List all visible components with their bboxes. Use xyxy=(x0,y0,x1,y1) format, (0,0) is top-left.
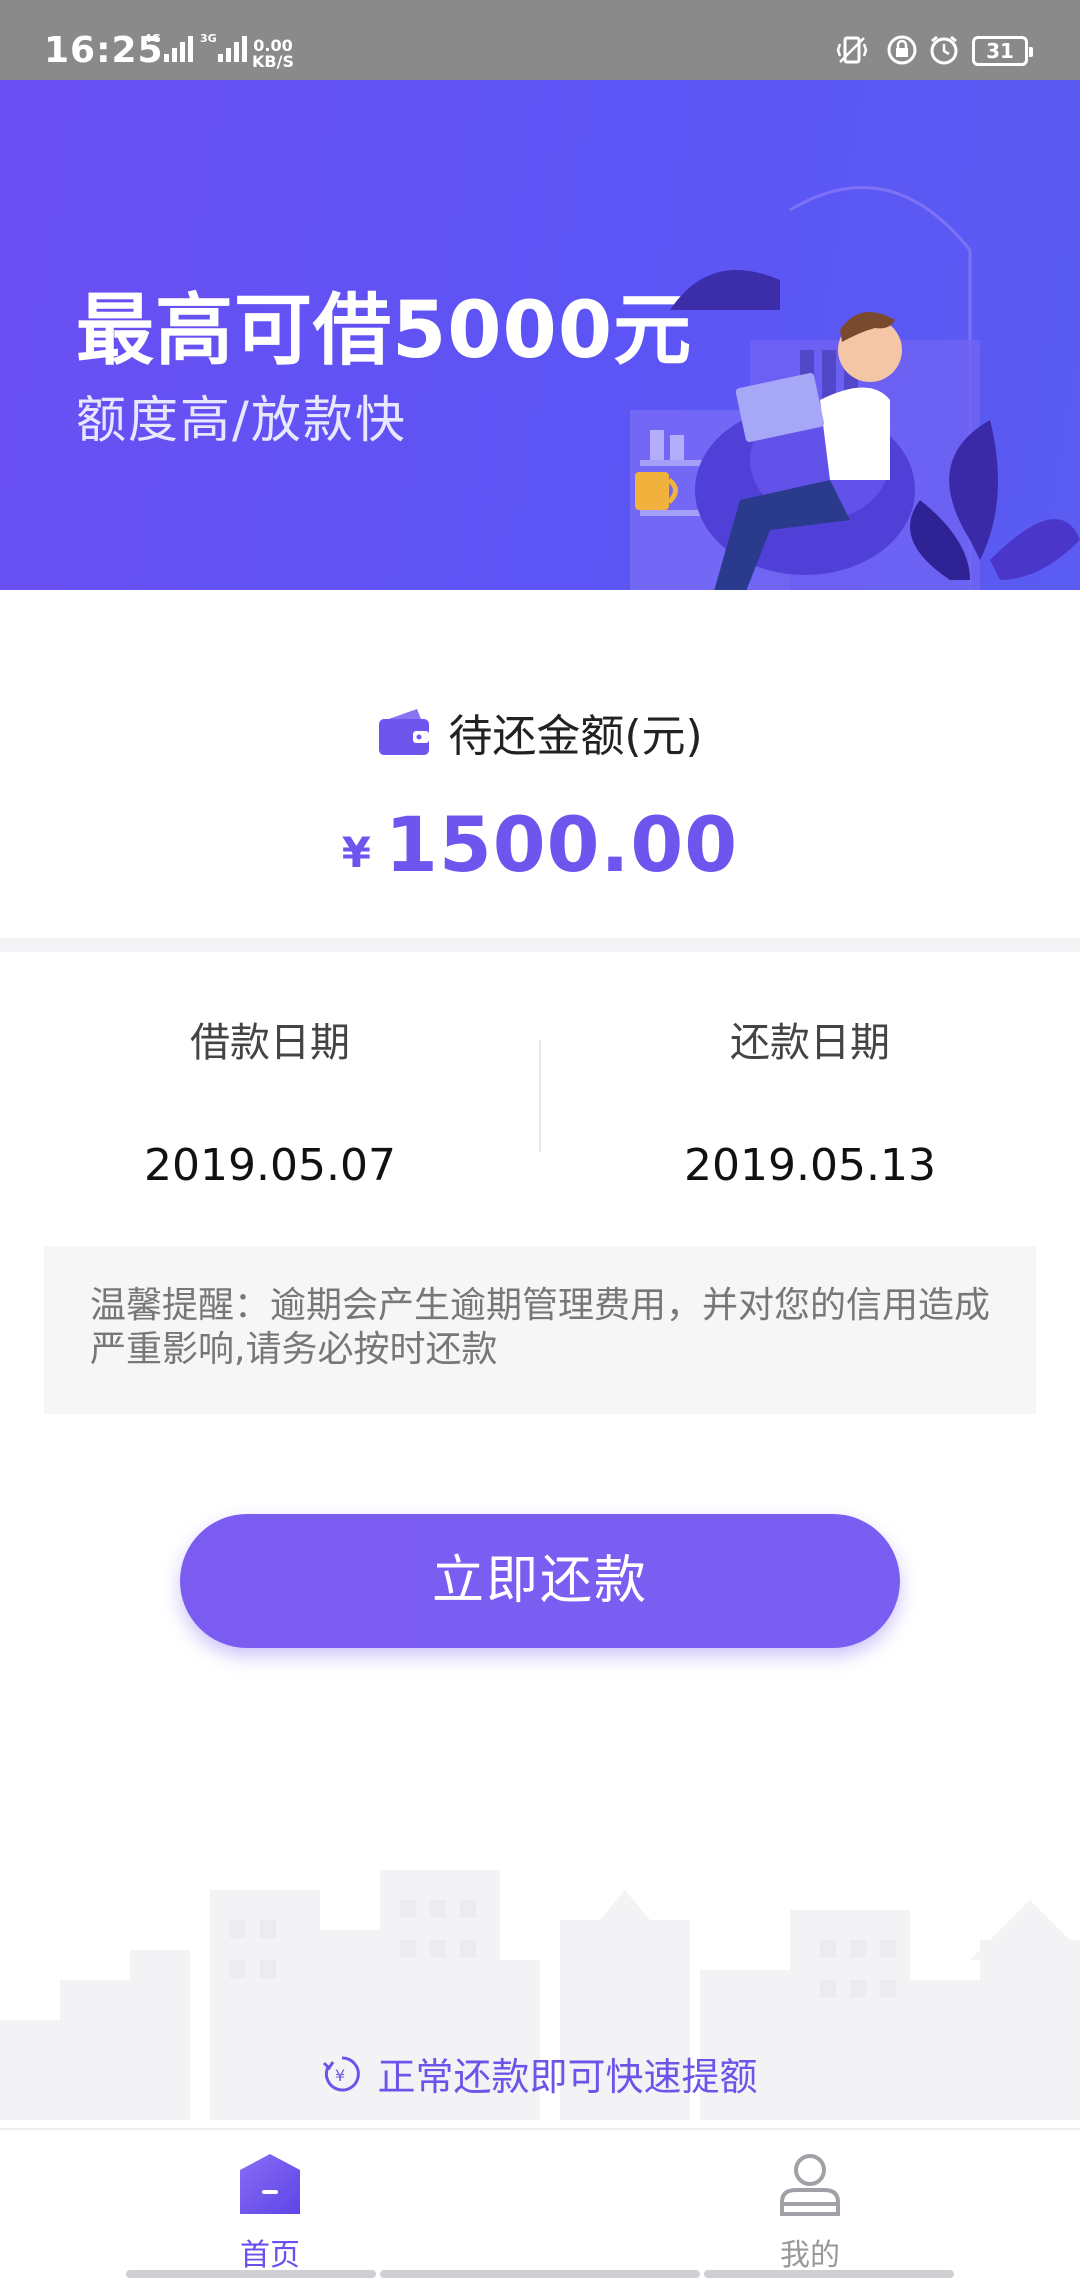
bottom-navigation: 首页 我的 xyxy=(0,2128,1080,2280)
battery-indicator: 31 xyxy=(972,36,1033,66)
repay-date-label: 还款日期 xyxy=(730,1020,890,1066)
alarm-icon xyxy=(930,35,958,65)
gesture-bar-center xyxy=(380,2270,700,2278)
reminder-text: 温馨提醒：逾期会产生逾期管理费用，并对您的信用造成严重影响,请务必按时还款 xyxy=(90,1285,991,1370)
app-screen: 16:25 4G 3G 0.00 KB/S 31 最高可借5000元 额度高/放… xyxy=(0,0,1080,2280)
svg-text:4G: 4G xyxy=(144,32,161,45)
borrow-date-label: 借款日期 xyxy=(190,1020,350,1066)
signal-4g-icon: 4G xyxy=(144,32,193,62)
repay-now-button[interactable]: 立即还款 xyxy=(180,1514,900,1648)
status-bar: 16:25 4G 3G 0.00 KB/S 31 xyxy=(0,0,1080,80)
network-speed-unit: KB/S xyxy=(252,52,294,71)
vibrate-icon xyxy=(836,36,868,64)
network-speed: 0.00 KB/S xyxy=(252,38,294,70)
borrow-date: 借款日期 2019.05.07 xyxy=(0,1010,540,1191)
user-icon xyxy=(780,2154,840,2216)
repay-date: 还款日期 2019.05.13 xyxy=(540,1010,1080,1191)
section-divider xyxy=(0,938,1080,952)
svg-text:3G: 3G xyxy=(200,32,217,45)
credit-increase-tip[interactable]: ¥ 正常还款即可快速提额 xyxy=(0,2046,1080,2101)
currency-symbol: ¥ xyxy=(341,828,372,877)
nav-tab-home[interactable]: 首页 xyxy=(0,2150,540,2274)
lock-rotation-icon xyxy=(887,35,917,65)
pending-amount-value: 1500.00 xyxy=(385,800,739,889)
credit-increase-tip-text: 正常还款即可快速提额 xyxy=(377,2055,758,2099)
wallet-icon xyxy=(379,709,430,755)
pending-amount: ¥1500.00 xyxy=(0,800,1080,889)
svg-text:¥: ¥ xyxy=(335,2066,345,2085)
signal-3g-icon: 3G xyxy=(200,32,247,62)
nav-tab-mine-label: 我的 xyxy=(780,2238,840,2273)
home-icon xyxy=(240,2154,300,2214)
credit-up-icon: ¥ xyxy=(323,2055,361,2091)
gesture-bar-left xyxy=(126,2270,376,2278)
promo-banner[interactable]: 最高可借5000元 额度高/放款快 xyxy=(0,80,1080,590)
repay-date-value: 2019.05.13 xyxy=(684,1140,936,1191)
pending-amount-label: 待还金额(元) xyxy=(448,711,703,762)
reminder-notice: 温馨提醒：逾期会产生逾期管理费用，并对您的信用造成严重影响,请务必按时还款 xyxy=(44,1246,1036,1414)
person-with-laptop-illustration xyxy=(630,186,1080,590)
gesture-bar-right xyxy=(704,2270,954,2278)
pending-amount-header: 待还金额(元) xyxy=(0,700,1080,762)
borrow-date-value: 2019.05.07 xyxy=(144,1140,396,1191)
nav-tab-home-label: 首页 xyxy=(240,2238,300,2273)
banner-subtitle: 额度高/放款快 xyxy=(76,391,407,449)
nav-tab-mine[interactable]: 我的 xyxy=(540,2150,1080,2274)
